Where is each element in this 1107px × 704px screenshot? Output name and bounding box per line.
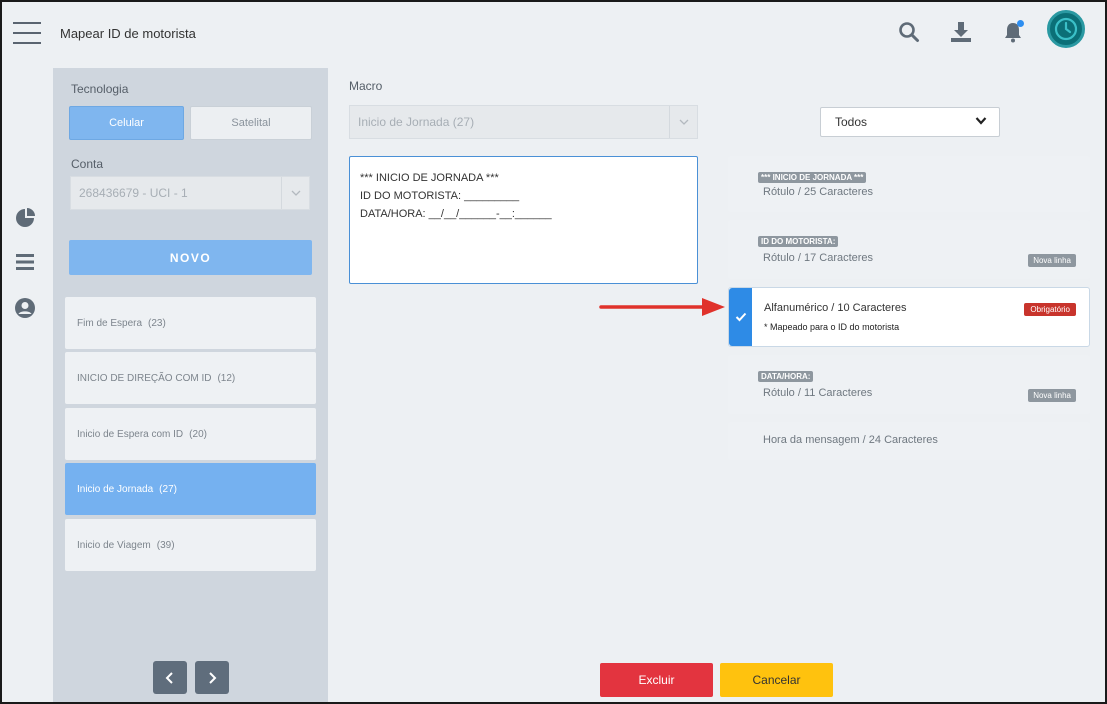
list-item-selected[interactable]: Inicio de Jornada (27) — [65, 463, 316, 515]
field-tag: ID DO MOTORISTA: — [758, 236, 839, 247]
filter-value: Todos — [835, 115, 868, 129]
user-circle-icon[interactable] — [14, 297, 36, 319]
field-meta: Hora da mensagem / 24 Caracteres — [763, 434, 938, 446]
macro-list-panel: Tecnologia Celular Satelital Conta 26843… — [53, 68, 328, 702]
nova-linha-badge: Nova linha — [1028, 389, 1076, 402]
macro-text-preview[interactable]: *** INICIO DE JORNADA *** ID DO MOTORIST… — [349, 156, 698, 284]
pie-chart-icon[interactable] — [14, 207, 36, 229]
field-card[interactable]: DATA/HORA: Rótulo / 11 Caracteres Nova l… — [728, 355, 1090, 414]
list-item-count: (27) — [159, 483, 177, 495]
conta-value: 268436679 - UCI - 1 — [79, 186, 188, 200]
chevron-right-icon — [209, 671, 217, 684]
novo-button[interactable]: NOVO — [69, 240, 312, 275]
obrigatorio-badge: Obrigatório — [1024, 303, 1076, 316]
list-item-label: INICIO DE DIREÇÃO COM ID — [77, 372, 212, 384]
filter-select[interactable]: Todos — [820, 107, 1000, 137]
excluir-button[interactable]: Excluir — [600, 663, 713, 697]
list-item[interactable]: Inicio de Viagem (39) — [65, 519, 316, 571]
field-meta: Alfanumérico / 10 Caracteres — [764, 302, 907, 314]
field-meta: Rótulo / 25 Caracteres — [763, 186, 874, 198]
list-item-count: (12) — [217, 372, 236, 384]
conta-select[interactable]: 268436679 - UCI - 1 — [70, 176, 310, 210]
tecnologia-satelital-button[interactable]: Satelital — [190, 106, 312, 140]
page-title: Mapear ID de motorista — [60, 26, 196, 41]
check-icon — [729, 288, 752, 346]
mapped-note: * Mapeado para o ID do motorista — [764, 322, 900, 332]
macro-line: DATA/HORA: __/__/______-__:______ — [360, 208, 552, 220]
list-item-label: Inicio de Espera com ID — [77, 428, 184, 440]
list-item[interactable]: Inicio de Espera com ID (20) — [65, 408, 316, 460]
field-meta: Rótulo / 17 Caracteres — [763, 252, 874, 264]
list-item[interactable]: Fim de Espera (23) — [65, 297, 316, 349]
macro-line: ID DO MOTORISTA: _________ — [360, 190, 520, 202]
search-icon[interactable] — [897, 20, 921, 44]
list-item-count: (23) — [148, 317, 166, 329]
hamburger-icon[interactable] — [13, 22, 41, 44]
download-icon[interactable] — [949, 20, 973, 44]
chevron-left-icon — [165, 671, 173, 684]
field-card[interactable]: *** INICIO DE JORNADA *** Rótulo / 25 Ca… — [728, 156, 1090, 212]
app-window: Mapear ID de motorista Tecnologia Celula… — [0, 0, 1107, 704]
field-meta: Rótulo / 11 Caracteres — [763, 387, 873, 399]
field-tag: *** INICIO DE JORNADA *** — [758, 172, 867, 183]
next-page-button[interactable] — [195, 661, 229, 694]
macro-value: Inicio de Jornada (27) — [358, 115, 475, 129]
avatar[interactable] — [1047, 10, 1085, 48]
field-card[interactable]: Hora da mensagem / 24 Caracteres — [728, 422, 1090, 460]
list-item-label: Inicio de Viagem — [77, 539, 151, 551]
notification-dot — [1017, 20, 1024, 27]
field-card-selected[interactable]: Alfanumérico / 10 Caracteres Obrigatório… — [728, 287, 1090, 347]
list-item-label: Inicio de Jornada — [77, 483, 154, 495]
annotation-arrow-icon — [599, 298, 725, 316]
cancelar-button[interactable]: Cancelar — [720, 663, 833, 697]
chevron-down-icon — [281, 177, 309, 209]
macro-label: Macro — [349, 79, 383, 93]
previous-page-button[interactable] — [153, 661, 187, 694]
top-bar: Mapear ID de motorista — [2, 2, 1105, 66]
list-item-count: (20) — [189, 428, 207, 440]
conta-label: Conta — [71, 157, 104, 171]
chevron-down-icon — [669, 106, 697, 138]
macro-line: *** INICIO DE JORNADA *** — [360, 172, 499, 184]
list-item-count: (39) — [156, 539, 175, 551]
bell-icon[interactable] — [1001, 20, 1025, 44]
tecnologia-label: Tecnologia — [71, 82, 129, 96]
list-item[interactable]: INICIO DE DIREÇÃO COM ID (12) — [65, 352, 316, 404]
nova-linha-badge: Nova linha — [1028, 254, 1076, 267]
list-icon[interactable] — [14, 251, 36, 273]
chevron-down-icon — [975, 117, 987, 125]
tecnologia-celular-button[interactable]: Celular — [69, 106, 184, 140]
field-tag: DATA/HORA: — [758, 371, 814, 382]
macro-select[interactable]: Inicio de Jornada (27) — [349, 105, 698, 139]
field-card[interactable]: ID DO MOTORISTA: Rótulo / 17 Caracteres … — [728, 220, 1090, 279]
list-item-label: Fim de Espera — [77, 317, 143, 329]
